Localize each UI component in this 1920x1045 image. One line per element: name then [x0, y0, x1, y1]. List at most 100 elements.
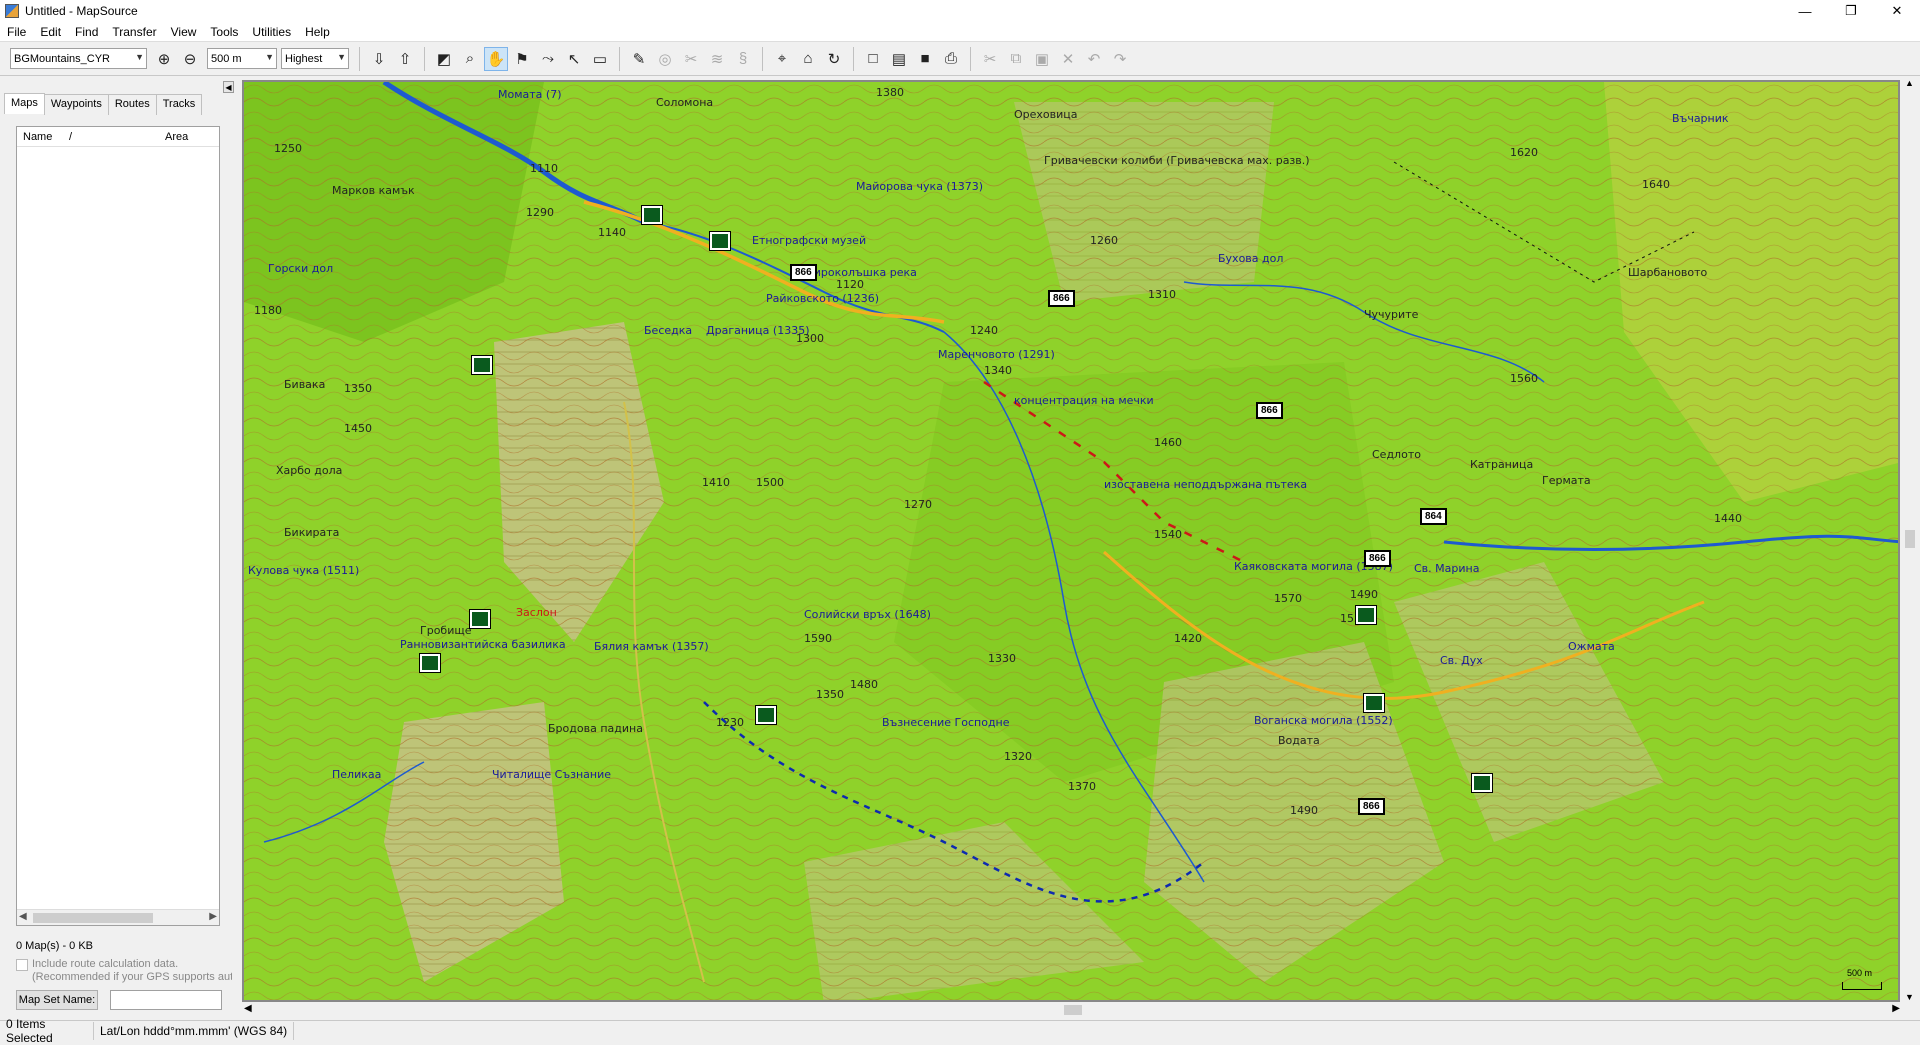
tab-maps[interactable]: Maps: [4, 93, 45, 114]
elevation-label: 1410: [702, 476, 730, 489]
map-tool-icon[interactable]: ◩: [432, 47, 456, 71]
include-route-checkbox[interactable]: Include route calculation data.: [16, 958, 178, 971]
tab-routes[interactable]: Routes: [107, 94, 157, 115]
waypoint-tool-icon[interactable]: ⚑: [510, 47, 534, 71]
toolbar: BGMountains_CYR ▼ ⊕ ⊖ 500 m ▼ Highest ▼ ⇩ ⇧…: [0, 42, 1920, 76]
undo-icon[interactable]: ↶: [1082, 47, 1106, 71]
map-label: Бикирата: [284, 526, 340, 539]
menu-view[interactable]: View: [164, 25, 204, 39]
scenic-viewpoint-icon[interactable]: [1355, 605, 1377, 625]
column-area[interactable]: Area: [159, 131, 188, 143]
elevation-label: 1320: [1004, 750, 1032, 763]
track-edit-icon[interactable]: ✎: [627, 47, 651, 71]
tab-waypoints[interactable]: Waypoints: [43, 94, 109, 115]
map-set-name-button[interactable]: Map Set Name:: [16, 990, 98, 1010]
topographic-map[interactable]: [244, 82, 1900, 1002]
track-divide-icon[interactable]: ✂: [679, 47, 703, 71]
elevation-label: 1350: [816, 688, 844, 701]
elevation-label: 1450: [344, 422, 372, 435]
detail-select[interactable]: Highest ▼: [281, 48, 349, 69]
elevation-label: 1340: [984, 364, 1012, 377]
road-shield: 866: [790, 264, 817, 281]
scenic-viewpoint-icon[interactable]: [419, 653, 441, 673]
maps-list[interactable]: Name / Area ◀ ▶: [16, 126, 220, 926]
map-vertical-scrollbar[interactable]: ▲ ▼: [1902, 78, 1918, 1002]
road-shield: 866: [1256, 402, 1283, 419]
map-view[interactable]: Момата (7) Соломона Марков камък Горски …: [242, 80, 1900, 1002]
elevation-label: 1490: [1350, 588, 1378, 601]
map-label: Св. Марина: [1414, 562, 1480, 575]
menu-help[interactable]: Help: [298, 25, 337, 39]
find-places-icon[interactable]: ⌂: [796, 47, 820, 71]
app-icon: [5, 4, 19, 18]
menu-utilities[interactable]: Utilities: [245, 25, 298, 39]
elevation-label: 1310: [1148, 288, 1176, 301]
new-file-icon[interactable]: □: [861, 47, 885, 71]
map-product-select[interactable]: BGMountains_CYR ▼: [10, 48, 147, 69]
find-icon[interactable]: ⌖: [770, 47, 794, 71]
close-button[interactable]: ✕: [1874, 0, 1920, 22]
track-erase-icon[interactable]: ≋: [705, 47, 729, 71]
save-file-icon[interactable]: ■: [913, 47, 937, 71]
map-label: Ореховица: [1014, 108, 1078, 121]
maximize-button[interactable]: ❐: [1828, 0, 1874, 22]
elevation-label: 1140: [598, 226, 626, 239]
redo-icon[interactable]: ↷: [1108, 47, 1132, 71]
zoom-tool-icon[interactable]: ⌕: [458, 47, 482, 71]
scenic-viewpoint-icon[interactable]: [755, 705, 777, 725]
elevation-label: 1180: [254, 304, 282, 317]
minimize-button[interactable]: —: [1782, 0, 1828, 22]
selection-tool-icon[interactable]: ↖: [562, 47, 586, 71]
open-file-icon[interactable]: ▤: [887, 47, 911, 71]
map-label: Майорова чука (1373): [856, 180, 984, 193]
menu-file[interactable]: File: [0, 25, 33, 39]
scenic-viewpoint-icon[interactable]: [471, 355, 493, 375]
map-label: Бивака: [284, 378, 326, 391]
menu-transfer[interactable]: Transfer: [105, 25, 163, 39]
window-title: Untitled - MapSource: [25, 4, 138, 18]
track-join-icon[interactable]: ◎: [653, 47, 677, 71]
route-tool-icon[interactable]: ⤳: [536, 47, 560, 71]
map-label: Бродова падина: [548, 722, 643, 735]
elevation-label: 1420: [1174, 632, 1202, 645]
receive-from-device-icon[interactable]: ⇩: [367, 47, 391, 71]
delete-icon[interactable]: ✕: [1056, 47, 1080, 71]
paste-icon[interactable]: ▣: [1030, 47, 1054, 71]
find-recent-icon[interactable]: ↻: [822, 47, 846, 71]
copy-icon[interactable]: ⧉: [1004, 47, 1028, 71]
menu-find[interactable]: Find: [68, 25, 105, 39]
elevation-label: 1480: [850, 678, 878, 691]
map-set-name-input[interactable]: [110, 990, 222, 1010]
print-icon[interactable]: ⎙: [939, 47, 963, 71]
cut-icon[interactable]: ✂: [978, 47, 1002, 71]
map-horizontal-scrollbar[interactable]: ◀ ▶: [242, 1002, 1902, 1018]
map-label: Марков камък: [332, 184, 415, 197]
menu-tools[interactable]: Tools: [203, 25, 245, 39]
hand-tool-icon[interactable]: ✋: [484, 46, 508, 71]
column-name[interactable]: Name: [17, 131, 63, 143]
list-horizontal-scrollbar[interactable]: ◀ ▶: [17, 909, 219, 925]
road-shield: 866: [1048, 290, 1075, 307]
elevation-label: 1380: [876, 86, 904, 99]
menu-edit[interactable]: Edit: [33, 25, 68, 39]
send-to-device-icon[interactable]: ⇧: [393, 47, 417, 71]
scenic-viewpoint-icon[interactable]: [1471, 773, 1493, 793]
map-label: Читалище Съзнание: [492, 768, 611, 781]
elevation-label: 1590: [804, 632, 832, 645]
track-filter-icon[interactable]: §: [731, 47, 755, 71]
scenic-viewpoint-icon[interactable]: [1363, 693, 1385, 713]
measure-tool-icon[interactable]: ▭: [588, 47, 612, 71]
scenic-viewpoint-icon[interactable]: [709, 231, 731, 251]
scenic-viewpoint-icon[interactable]: [641, 205, 663, 225]
map-label: Пеликаа: [332, 768, 382, 781]
elevation-label: 1270: [904, 498, 932, 511]
zoom-scale-select[interactable]: 500 m ▼: [207, 48, 277, 69]
elevation-label: 1350: [344, 382, 372, 395]
zoom-in-icon[interactable]: ⊕: [152, 47, 176, 71]
scenic-viewpoint-icon[interactable]: [469, 609, 491, 629]
tab-tracks[interactable]: Tracks: [155, 94, 203, 115]
zoom-out-icon[interactable]: ⊖: [178, 47, 202, 71]
collapse-panel-button[interactable]: ◀: [223, 81, 234, 93]
map-label: Бялия камък (1357): [594, 640, 709, 653]
scale-bar-label: 500 m: [1847, 968, 1873, 978]
